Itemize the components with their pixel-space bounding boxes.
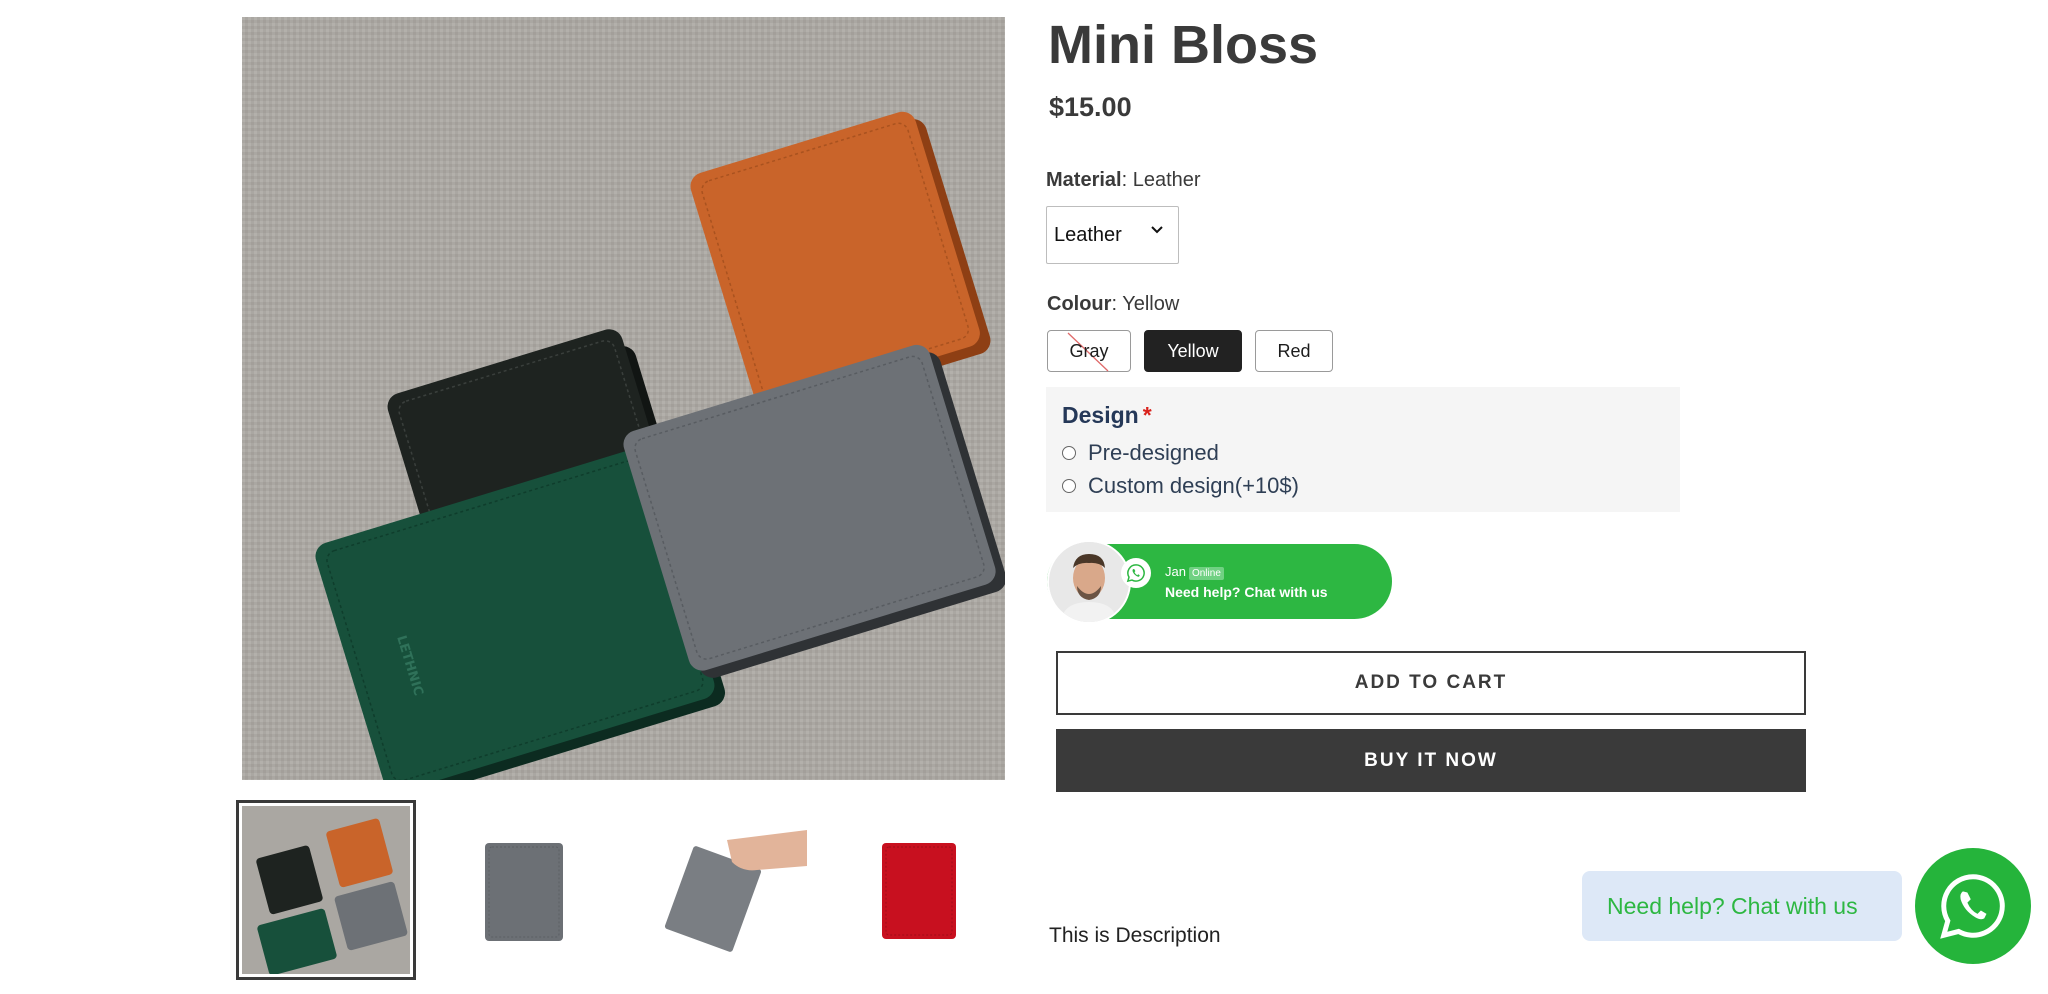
whatsapp-icon — [1121, 558, 1151, 588]
colour-yellow-label: Yellow — [1167, 340, 1219, 361]
product-title: Mini Bloss — [1048, 15, 1319, 75]
thumbnail-four-wallets[interactable] — [236, 800, 416, 980]
colour-red-button[interactable]: Red — [1255, 330, 1333, 372]
colour-yellow-button[interactable]: Yellow — [1144, 330, 1242, 372]
radio-button[interactable] — [1062, 479, 1076, 493]
whatsapp-chat-pill[interactable]: Jan Online Need help? Chat with us — [1047, 540, 1392, 624]
material-option-label: Material: Leather — [1046, 169, 1201, 191]
chat-pill-cta: Need help? Chat with us — [1165, 584, 1328, 600]
thumbnail-gray-wallet[interactable] — [435, 800, 615, 980]
product-description: This is Description — [1049, 924, 1221, 947]
colour-current: Yellow — [1122, 293, 1180, 315]
add-to-cart-button[interactable]: ADD TO CART — [1056, 651, 1806, 715]
colour-label: Colour — [1047, 293, 1112, 315]
colour-option-label: Colour: Yellow — [1047, 293, 1180, 315]
chevron-down-icon — [1151, 226, 1163, 234]
floating-whatsapp-button[interactable] — [1915, 848, 2031, 964]
radio-button[interactable] — [1062, 446, 1076, 460]
material-select[interactable]: Leather — [1046, 206, 1179, 264]
agent-avatar — [1047, 540, 1131, 624]
material-select-value: Leather — [1054, 223, 1122, 246]
required-mark: * — [1142, 402, 1152, 428]
floating-chat-bubble[interactable]: Need help? Chat with us — [1582, 871, 1902, 941]
whatsapp-icon — [1940, 874, 2005, 939]
design-option-custom[interactable]: Custom design(+10$) — [1062, 473, 1299, 499]
design-title: Design * — [1062, 402, 1152, 429]
material-label: Material — [1046, 169, 1122, 191]
colour-gray-button[interactable]: Gray — [1047, 330, 1131, 372]
product-price: $15.00 — [1049, 92, 1132, 122]
thumbnail-red-wallet[interactable] — [829, 800, 1009, 980]
design-title-text: Design — [1062, 402, 1139, 428]
design-option-label: Pre-designed — [1088, 440, 1219, 465]
online-status-badge: Online — [1188, 567, 1224, 580]
design-option-pre-designed[interactable]: Pre-designed — [1062, 440, 1219, 466]
design-option-box: Design * Pre-designed Custom design(+10$) — [1046, 387, 1680, 512]
agent-name: Jan — [1165, 564, 1186, 579]
colour-gray-label: Gray — [1069, 340, 1109, 361]
material-current: Leather — [1132, 169, 1201, 191]
agent-name-row: Jan Online — [1165, 564, 1224, 580]
buy-it-now-button[interactable]: BUY IT NOW — [1056, 729, 1806, 792]
thumbnail-gray-wallet-hand[interactable] — [632, 800, 812, 980]
main-product-image[interactable]: LETHNIC — [242, 17, 1005, 780]
design-option-label: Custom design(+10$) — [1088, 473, 1299, 498]
colour-red-label: Red — [1277, 340, 1311, 361]
